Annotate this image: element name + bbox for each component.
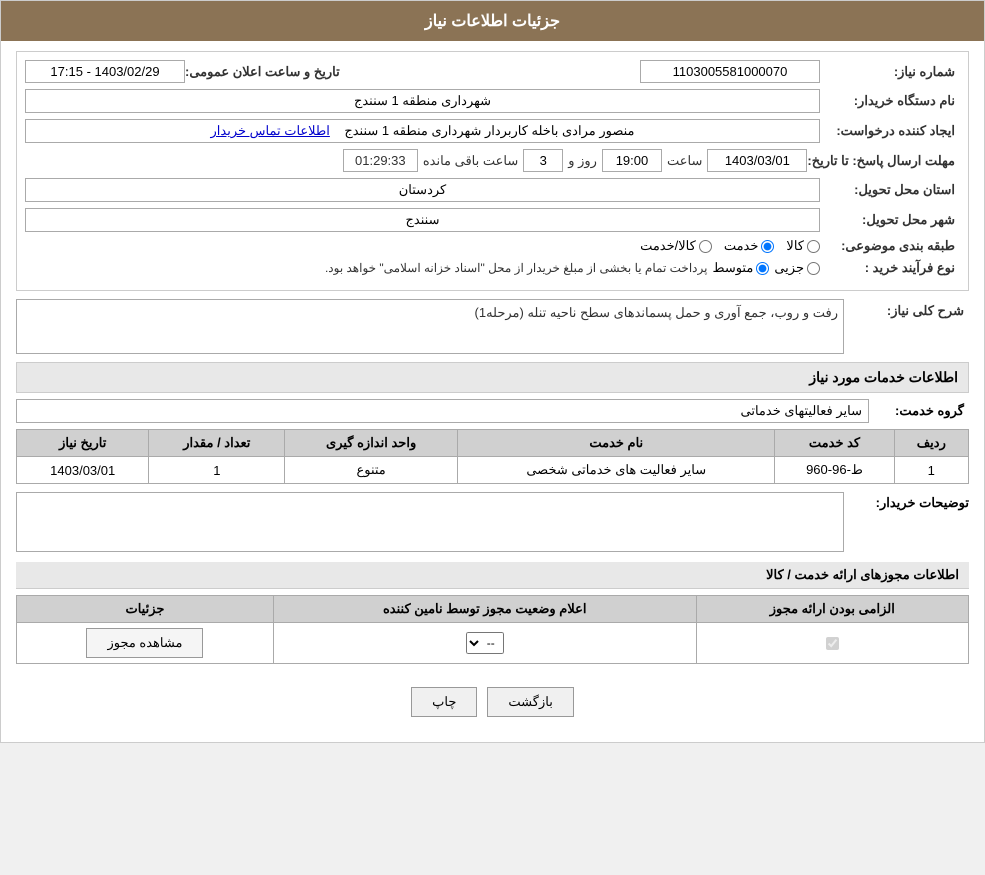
group-value: سایر فعالیتهای خدماتی	[16, 399, 869, 423]
col-details: جزئیات	[17, 596, 274, 623]
cell-status: --	[273, 623, 696, 664]
purchase-type-small-label: جزیی	[774, 260, 804, 276]
purchase-type-medium[interactable]: متوسط	[712, 260, 769, 276]
category-label: طبقه بندی موضوعی:	[820, 238, 960, 254]
row-buyer-org: نام دستگاه خریدار: شهرداری منطقه 1 سنندج	[25, 89, 960, 113]
purchase-type-text: پرداخت تمام یا بخشی از مبلغ خریدار از مح…	[325, 261, 708, 275]
description-label: شرح کلی نیاز:	[849, 299, 969, 319]
deadline-label: مهلت ارسال پاسخ: تا تاریخ:	[807, 153, 960, 169]
deadline-remaining: 01:29:33	[343, 149, 418, 172]
group-row: گروه خدمت: سایر فعالیتهای خدماتی	[16, 399, 969, 423]
requester-label: ایجاد کننده درخواست:	[820, 123, 960, 139]
deadline-info: 1403/03/01 ساعت 19:00 روز و 3 ساعت باقی …	[25, 149, 807, 172]
license-table-header-row: الزامی بودن ارائه مجوز اعلام وضعیت مجوز …	[17, 596, 969, 623]
license-section: اطلاعات مجوزهای ارائه خدمت / کالا الزامی…	[16, 562, 969, 664]
category-khedmat[interactable]: خدمت	[724, 238, 775, 254]
category-both-radio[interactable]	[699, 240, 712, 253]
category-both-label: کالا/خدمت	[640, 238, 696, 254]
status-select[interactable]: --	[466, 632, 504, 654]
main-form-section: شماره نیاز: 1103005581000070 تاریخ و ساع…	[16, 51, 969, 291]
row-deadline: مهلت ارسال پاسخ: تا تاریخ: 1403/03/01 سا…	[25, 149, 960, 172]
page-wrapper: جزئیات اطلاعات نیاز شماره نیاز: 11030055…	[0, 0, 985, 743]
row-province: استان محل تحویل: کردستان	[25, 178, 960, 202]
col-status: اعلام وضعیت مجوز توسط نامین کننده	[273, 596, 696, 623]
col-quantity: تعداد / مقدار	[149, 430, 285, 457]
deadline-day-label: روز و	[568, 153, 597, 169]
category-kala-label: کالا	[786, 238, 804, 254]
city-value: سنندج	[25, 208, 820, 232]
description-section: شرح کلی نیاز: رفت و روب، جمع آوری و حمل …	[16, 299, 969, 354]
notes-label: توضیحات خریدار:	[849, 492, 969, 511]
cell-details: مشاهده مجوز	[17, 623, 274, 664]
cell-unit: متنوع	[285, 457, 458, 484]
col-date: تاریخ نیاز	[17, 430, 149, 457]
license-table: الزامی بودن ارائه مجوز اعلام وضعیت مجوز …	[16, 595, 969, 664]
row-need-number: شماره نیاز: 1103005581000070 تاریخ و ساع…	[25, 60, 960, 83]
row-city: شهر محل تحویل: سنندج	[25, 208, 960, 232]
col-service-name: نام خدمت	[458, 430, 775, 457]
deadline-remaining-label: ساعت باقی مانده	[423, 153, 518, 169]
notes-box	[16, 492, 844, 552]
requester-value: منصور مرادی باخله کاربردار شهرداری منطقه…	[25, 119, 820, 143]
table-row: 1 ط-96-960 سایر فعالیت های خدماتی شخصی م…	[17, 457, 969, 484]
purchase-type-medium-radio[interactable]	[756, 262, 769, 275]
province-label: استان محل تحویل:	[820, 182, 960, 198]
purchase-type-small[interactable]: جزیی	[774, 260, 820, 276]
cell-row-num: 1	[894, 457, 968, 484]
services-table: ردیف کد خدمت نام خدمت واحد اندازه گیری ت…	[16, 429, 969, 484]
row-purchase-type: نوع فرآیند خرید : جزیی متوسط پرداخت تمام…	[25, 260, 960, 276]
category-kala-radio[interactable]	[807, 240, 820, 253]
col-required: الزامی بودن ارائه مجوز	[696, 596, 968, 623]
services-section: اطلاعات خدمات مورد نیاز گروه خدمت: سایر …	[16, 362, 969, 552]
services-section-title: اطلاعات خدمات مورد نیاز	[16, 362, 969, 393]
cell-date: 1403/03/01	[17, 457, 149, 484]
cell-service-name: سایر فعالیت های خدماتی شخصی	[458, 457, 775, 484]
services-table-header-row: ردیف کد خدمت نام خدمت واحد اندازه گیری ت…	[17, 430, 969, 457]
col-unit: واحد اندازه گیری	[285, 430, 458, 457]
content-area: شماره نیاز: 1103005581000070 تاریخ و ساع…	[1, 41, 984, 742]
back-button[interactable]: بازگشت	[487, 687, 573, 717]
category-radio-group: کالا خدمت کالا/خدمت	[640, 238, 820, 254]
row-category: طبقه بندی موضوعی: کالا خدمت کالا/خدمت	[25, 238, 960, 254]
cell-service-code: ط-96-960	[775, 457, 894, 484]
purchase-type-group: جزیی متوسط پرداخت تمام یا بخشی از مبلغ خ…	[25, 260, 820, 276]
group-label: گروه خدمت:	[869, 403, 969, 419]
deadline-time-label: ساعت	[667, 153, 702, 169]
required-checkbox-wrapper	[705, 637, 960, 650]
purchase-type-medium-label: متوسط	[712, 260, 753, 276]
requester-text: منصور مرادی باخله کاربردار شهرداری منطقه…	[344, 123, 634, 138]
city-label: شهر محل تحویل:	[820, 212, 960, 228]
license-title: اطلاعات مجوزهای ارائه خدمت / کالا	[16, 562, 969, 589]
province-value: کردستان	[25, 178, 820, 202]
col-service-code: کد خدمت	[775, 430, 894, 457]
buyer-org-label: نام دستگاه خریدار:	[820, 93, 960, 109]
purchase-type-label: نوع فرآیند خرید :	[820, 260, 960, 276]
cell-quantity: 1	[149, 457, 285, 484]
page-title: جزئیات اطلاعات نیاز	[1, 1, 984, 41]
need-number-value: 1103005581000070	[640, 60, 820, 83]
row-requester: ایجاد کننده درخواست: منصور مرادی باخله ک…	[25, 119, 960, 143]
announce-label: تاریخ و ساعت اعلان عمومی:	[185, 64, 345, 80]
print-button[interactable]: چاپ	[411, 687, 477, 717]
license-row: -- مشاهده مجوز	[17, 623, 969, 664]
col-row-num: ردیف	[894, 430, 968, 457]
requester-contact-link[interactable]: اطلاعات تماس خریدار	[210, 123, 329, 138]
category-kala[interactable]: کالا	[786, 238, 820, 254]
button-row: بازگشت چاپ	[16, 672, 969, 732]
category-both[interactable]: کالا/خدمت	[640, 238, 712, 254]
description-value: رفت و روب، جمع آوری و حمل پسماندهای سطح …	[16, 299, 844, 354]
deadline-date: 1403/03/01	[707, 149, 807, 172]
cell-required	[696, 623, 968, 664]
deadline-days: 3	[523, 149, 563, 172]
buyer-org-value: شهرداری منطقه 1 سنندج	[25, 89, 820, 113]
purchase-type-small-radio[interactable]	[807, 262, 820, 275]
announce-value: 1403/02/29 - 17:15	[25, 60, 185, 83]
deadline-time: 19:00	[602, 149, 662, 172]
category-khedmat-label: خدمت	[724, 238, 759, 254]
required-checkbox	[826, 637, 839, 650]
category-khedmat-radio[interactable]	[761, 240, 774, 253]
need-number-label: شماره نیاز:	[820, 64, 960, 80]
notes-row: توضیحات خریدار:	[16, 492, 969, 552]
view-license-button[interactable]: مشاهده مجوز	[86, 628, 203, 658]
